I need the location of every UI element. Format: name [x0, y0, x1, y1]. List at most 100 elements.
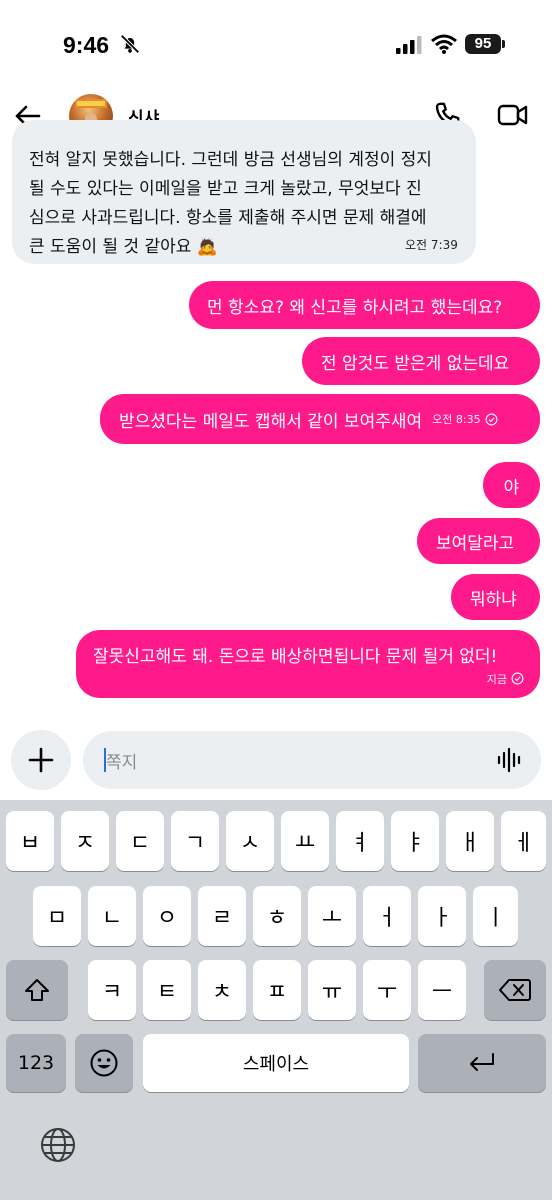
key-label: ㅏ [431, 906, 453, 931]
video-icon[interactable] [497, 101, 529, 129]
key-label: 123 [17, 1052, 55, 1074]
emoji-key[interactable] [75, 1034, 133, 1092]
outgoing-message-bubble[interactable]: 잘못신고해도 돼. 돈으로 배상하면됩니다 문제 될거 없더! 지금 [76, 630, 540, 698]
outgoing-message-text: 먼 항소요? 왜 신고를 하시려고 했는데요? [207, 297, 503, 318]
read-check-icon [511, 672, 524, 685]
status-time: 9:46 [63, 32, 110, 58]
message-line: 큰 도움이 될 것 같아요 🙇 [29, 237, 218, 257]
numbers-key[interactable]: 123 [6, 1034, 66, 1092]
battery-tip [502, 40, 505, 48]
key-label: ㅅ [239, 831, 261, 856]
key-kieuk[interactable]: ㅋ [88, 960, 136, 1020]
outgoing-message-text: 받으셨다는 메일도 캡해서 같이 보여주새여 [119, 411, 423, 432]
key-label: ㅗ [321, 906, 343, 931]
key-mieum[interactable]: ㅁ [33, 886, 81, 946]
read-check-icon [485, 413, 498, 425]
key-bieup[interactable]: ㅂ [6, 811, 54, 871]
signal-icon [396, 36, 422, 54]
key-label: ㅊ [211, 980, 233, 1005]
key-label: ㅋ [101, 980, 123, 1005]
message-time-text: 지금 [486, 672, 507, 686]
key-digeut[interactable]: ㄷ [116, 811, 164, 871]
outgoing-message-bubble[interactable]: 받으셨다는 메일도 캡해서 같이 보여주새여 오전 8:35 [100, 394, 540, 444]
key-a[interactable]: ㅏ [418, 886, 466, 946]
key-label: ㅈ [74, 831, 96, 856]
key-label: ㅔ [513, 831, 534, 856]
key-label: ㅐ [459, 831, 481, 856]
key-i[interactable]: ㅣ [473, 886, 518, 946]
backspace-key[interactable] [484, 960, 546, 1020]
key-yeo[interactable]: ㅕ [336, 811, 384, 871]
key-label: ㅂ [19, 831, 41, 856]
outgoing-message-text: 보여달라고 [436, 533, 515, 554]
key-u[interactable]: ㅜ [363, 960, 411, 1020]
outgoing-message-bubble[interactable]: 보여달라고 [417, 518, 540, 564]
key-ya[interactable]: ㅑ [391, 811, 439, 871]
outgoing-message-bubble[interactable]: 전 암것도 받은게 없는데요 [302, 337, 540, 385]
shift-key[interactable] [6, 960, 68, 1020]
key-label: ㅡ [431, 980, 453, 1005]
return-icon [470, 1053, 494, 1071]
key-e[interactable]: ㅔ [501, 811, 546, 871]
message-timestamp: 오전 8:35 [432, 411, 498, 427]
key-label: ㄹ [211, 906, 233, 931]
key-yo[interactable]: ㅛ [281, 811, 329, 871]
key-giyeok[interactable]: ㄱ [171, 811, 219, 871]
key-hieut[interactable]: ㅎ [253, 886, 301, 946]
key-label: ㅠ [321, 980, 343, 1005]
key-eu[interactable]: ㅡ [418, 960, 466, 1020]
key-yu[interactable]: ㅠ [308, 960, 356, 1020]
globe-icon[interactable] [39, 1126, 77, 1164]
key-label: ㄴ [101, 906, 123, 931]
key-label: 스페이스 [242, 1054, 310, 1075]
incoming-message-text: 전혀 알지 못했습니다. 그런데 방금 선생님의 계정이 정지 될 수도 있다는… [29, 146, 469, 262]
message-line: 될 수도 있다는 이메일을 받고 크게 놀랐고, 무엇보다 진 [29, 179, 422, 199]
outgoing-message-text: 야 [503, 477, 520, 498]
key-label: ㅁ [46, 906, 68, 931]
key-label: ㅛ [294, 831, 316, 856]
key-nieun[interactable]: ㄴ [88, 886, 136, 946]
key-eo[interactable]: ㅓ [363, 886, 411, 946]
return-key[interactable] [418, 1034, 546, 1092]
key-ieung[interactable]: ㅇ [143, 886, 191, 946]
key-label: ㅎ [266, 906, 288, 931]
outgoing-message-bubble[interactable]: 먼 항소요? 왜 신고를 하시려고 했는데요? [189, 281, 540, 329]
message-time-text: 오전 8:35 [432, 413, 481, 426]
outgoing-message-bubble[interactable]: 야 [483, 462, 540, 508]
outgoing-message-text: 전 암것도 받은게 없는데요 [321, 353, 510, 374]
outgoing-message-text: 뭐하냐 [470, 589, 517, 610]
key-tieut[interactable]: ㅌ [143, 960, 191, 1020]
key-ae[interactable]: ㅐ [446, 811, 494, 871]
message-line: 전혀 알지 못했습니다. 그런데 방금 선생님의 계정이 정지 [29, 150, 432, 170]
message-input-placeholder: 쪽지 [106, 753, 138, 773]
key-label: ㅑ [404, 831, 426, 856]
key-label: ㅜ [376, 980, 398, 1005]
add-attachment-button[interactable] [11, 730, 71, 790]
battery-indicator: 95 [465, 34, 501, 54]
key-label: ㅌ [156, 980, 178, 1005]
key-label: ㅓ [376, 906, 398, 931]
key-label: ㄱ [184, 831, 206, 856]
wifi-icon [431, 34, 457, 54]
key-siot[interactable]: ㅅ [226, 811, 274, 871]
key-label: ㄷ [129, 831, 151, 856]
voice-wave-icon[interactable] [496, 746, 524, 774]
shift-icon [25, 979, 49, 1001]
message-line: 심으로 사과드립니다. 항소를 제출해 주시면 문제 해결에 [29, 208, 427, 228]
key-label: ㅇ [156, 906, 178, 931]
key-pieup[interactable]: ㅍ [253, 960, 301, 1020]
bell-slash-icon [120, 34, 140, 54]
space-key[interactable]: 스페이스 [143, 1034, 409, 1092]
key-rieul[interactable]: ㄹ [198, 886, 246, 946]
key-o[interactable]: ㅗ [308, 886, 356, 946]
outgoing-message-bubble[interactable]: 뭐하냐 [451, 574, 540, 620]
key-label: ㅣ [485, 906, 506, 931]
message-timestamp: 오전 7:39 [405, 238, 458, 252]
key-label: ㅕ [349, 831, 371, 856]
outgoing-message-text: 잘못신고해도 돼. 돈으로 배상하면됩니다 문제 될거 없더! [93, 646, 498, 667]
backspace-icon [499, 979, 531, 1001]
key-jieut[interactable]: ㅈ [61, 811, 109, 871]
key-chieut[interactable]: ㅊ [198, 960, 246, 1020]
key-label: ㅍ [266, 980, 288, 1005]
message-input[interactable] [83, 731, 541, 789]
